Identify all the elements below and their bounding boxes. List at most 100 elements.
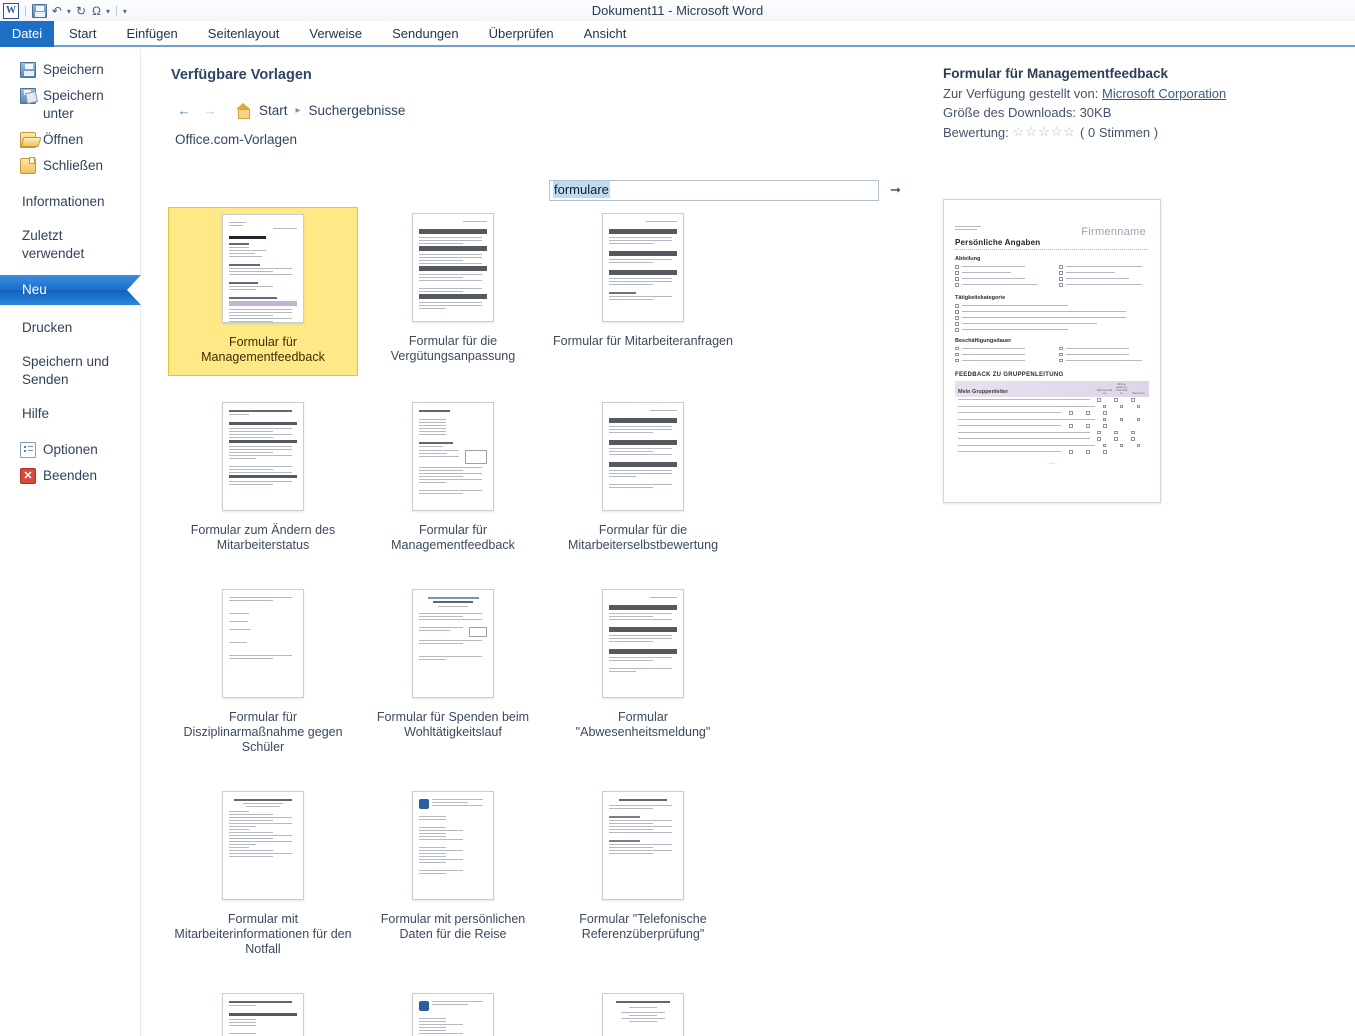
selection-notch: [127, 275, 141, 305]
tab-verweise[interactable]: Verweise: [294, 21, 377, 47]
template-detail-panel: Formular für Managementfeedback Zur Verf…: [936, 49, 1355, 1036]
sidebar-item-speichern-und-senden[interactable]: Speichern und Senden: [0, 349, 140, 393]
template-row: [168, 987, 878, 1036]
ribbon-tab-strip: Datei Start Einfügen Seitenlayout Verwei…: [0, 21, 1355, 47]
template-thumbnail: [412, 589, 494, 698]
window-title: Dokument11 - Microsoft Word: [591, 3, 764, 18]
template-card[interactable]: Formular mit persönlichen Daten für die …: [358, 785, 548, 967]
template-thumbnail: [222, 791, 304, 900]
template-thumbnail: [412, 213, 494, 322]
sidebar-item-label: Speichern unter: [43, 88, 104, 121]
template-card[interactable]: Formular "Telefonische Referenzüberprüfu…: [548, 785, 738, 967]
detail-size-label: Größe des Downloads:: [943, 105, 1076, 120]
template-label: Formular für Managementfeedback: [201, 335, 325, 364]
tab-einfuegen[interactable]: Einfügen: [111, 21, 192, 47]
sidebar-item-speichern-unter[interactable]: Speichern unter: [0, 83, 140, 127]
template-card[interactable]: Formular zum Ändern des Mitarbeiterstatu…: [168, 396, 358, 563]
sidebar-item-label: Hilfe: [22, 406, 50, 421]
template-card[interactable]: Formular für Spenden beim Wohltätigkeits…: [358, 583, 548, 765]
page-title: Verfügbare Vorlagen: [171, 67, 312, 83]
exit-icon: ✕: [20, 468, 36, 484]
tab-start[interactable]: Start: [54, 21, 111, 47]
sidebar-item-informationen[interactable]: Informationen: [0, 189, 140, 215]
options-icon: [20, 442, 36, 458]
backstage-sidebar: Speichern Speichern unter Öffnen Schließ…: [0, 49, 141, 1036]
template-thumbnail: [222, 993, 304, 1036]
template-card[interactable]: Formular "Abwesenheitsmeldung": [548, 583, 738, 765]
sidebar-item-drucken[interactable]: Drucken: [0, 315, 140, 341]
template-thumbnail: [602, 213, 684, 322]
sidebar-item-hilfe[interactable]: Hilfe: [0, 401, 140, 427]
template-thumbnail: [222, 214, 304, 323]
template-card[interactable]: Formular für die Mitarbeiterselbstbewert…: [548, 396, 738, 563]
template-thumbnail: [412, 791, 494, 900]
detail-size-value: 30KB: [1079, 105, 1112, 120]
search-go-arrow-icon[interactable]: ➞: [885, 179, 906, 200]
forward-arrow-icon[interactable]: →: [201, 101, 219, 119]
template-label: Formular mit Mitarbeiterinformationen fü…: [174, 912, 352, 956]
sidebar-item-optionen[interactable]: Optionen: [0, 437, 140, 463]
template-thumbnail: [602, 589, 684, 698]
preview-company-name: Firmenname: [1081, 226, 1146, 238]
word-backstage-window: W | ↶ ▾ ↻ Ω ▾ | ▾ Dokument11 - Microsoft…: [0, 0, 1355, 1036]
template-card[interactable]: Formular für Managementfeedback: [358, 396, 548, 563]
breadcrumb: ← → Start ▸ Suchergebnisse: [175, 101, 405, 119]
sidebar-item-label: Optionen: [43, 442, 98, 457]
sidebar-item-schliessen[interactable]: Schließen: [0, 153, 140, 179]
preview-table-header: Mein Gruppenleiter Stimme nicht zu Stimm…: [955, 380, 1149, 397]
template-label: Formular für Mitarbeiteranfragen: [553, 334, 733, 348]
template-card[interactable]: [548, 987, 738, 1036]
sidebar-item-oeffnen[interactable]: Öffnen: [0, 127, 140, 153]
tab-seitenlayout[interactable]: Seitenlayout: [193, 21, 295, 47]
search-input-value: formulare: [553, 181, 610, 198]
tab-ansicht[interactable]: Ansicht: [569, 21, 642, 47]
template-thumbnail: [602, 993, 684, 1036]
backstage-view: Speichern Speichern unter Öffnen Schließ…: [0, 49, 1355, 1036]
detail-title: Formular für Managementfeedback: [943, 66, 1169, 81]
template-row: Formular für Disziplinarmaßnahme gegen S…: [168, 583, 878, 765]
sidebar-item-label: Drucken: [22, 320, 73, 335]
sidebar-item-speichern[interactable]: Speichern: [0, 57, 140, 83]
tab-ueberpruefen[interactable]: Überprüfen: [474, 21, 569, 47]
sidebar-item-label: Beenden: [43, 468, 98, 483]
tab-datei[interactable]: Datei: [0, 21, 54, 47]
preview-divider: [955, 249, 1149, 250]
open-folder-icon: [20, 132, 36, 148]
detail-provider-link[interactable]: Microsoft Corporation: [1102, 86, 1226, 101]
template-card[interactable]: Formular für Mitarbeiteranfragen: [548, 207, 738, 376]
sidebar-item-zuletzt-verwendet[interactable]: Zuletzt verwendet: [0, 223, 140, 267]
template-card[interactable]: Formular für die Vergütungsanpassung: [358, 207, 548, 376]
star-rating-icon[interactable]: ☆☆☆☆☆: [1013, 124, 1076, 140]
template-thumbnail: [412, 402, 494, 511]
template-preview: Firmenname Persönliche Angaben Abteilung: [943, 199, 1161, 503]
template-thumbnail: [412, 993, 494, 1036]
template-thumbnail: [602, 402, 684, 511]
breadcrumb-home-label[interactable]: Start: [259, 103, 288, 118]
sidebar-item-label: Schließen: [43, 158, 104, 173]
template-label: Formular für Disziplinarmaßnahme gegen S…: [183, 710, 343, 754]
template-card[interactable]: Formular für Disziplinarmaßnahme gegen S…: [168, 583, 358, 765]
template-card[interactable]: Formular für Managementfeedback: [168, 207, 358, 376]
chevron-right-icon: ▸: [295, 104, 301, 116]
template-card[interactable]: [358, 987, 548, 1036]
template-thumbnail: [222, 589, 304, 698]
detail-rating-label: Bewertung:: [943, 124, 1009, 140]
template-row: Formular für Managementfeedback Formular…: [168, 207, 878, 376]
preview-section-beschaeftigungsdauer: Beschäftigungsdauer: [955, 337, 1012, 344]
sidebar-item-beenden[interactable]: ✕ Beenden: [0, 463, 140, 489]
home-icon[interactable]: [235, 102, 251, 119]
sidebar-item-label: Öffnen: [43, 132, 84, 147]
search-input[interactable]: formulare: [549, 180, 879, 201]
template-row: Formular zum Ändern des Mitarbeiterstatu…: [168, 396, 878, 563]
template-card[interactable]: Formular mit Mitarbeiterinformationen fü…: [168, 785, 358, 967]
tab-sendungen[interactable]: Sendungen: [377, 21, 474, 47]
template-label: Formular "Telefonische Referenzüberprüfu…: [579, 912, 707, 941]
preview-section-feedback: FEEDBACK ZU GRUPPENLEITUNG: [955, 371, 1064, 378]
save-icon: [20, 62, 36, 78]
template-label: Formular mit persönlichen Daten für die …: [380, 912, 526, 941]
template-card[interactable]: [168, 987, 358, 1036]
template-logo-icon: [419, 799, 429, 809]
back-arrow-icon[interactable]: ←: [175, 101, 193, 119]
sidebar-item-neu[interactable]: Neu: [0, 275, 141, 305]
preview-table-col-1: Stimme nicht zu: [1097, 388, 1112, 395]
